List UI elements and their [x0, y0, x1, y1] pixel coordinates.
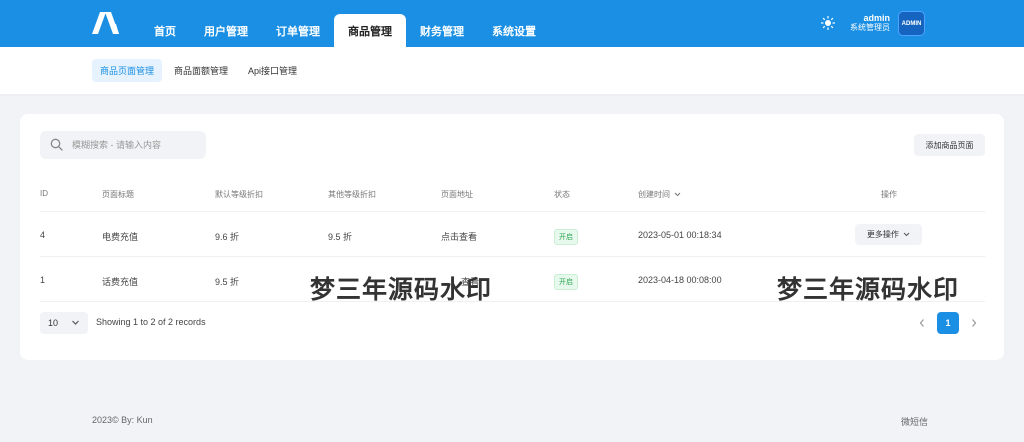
page-size-value: 10	[48, 318, 59, 328]
subnav-product-pages[interactable]: 商品页面管理	[92, 59, 163, 82]
nav-user-management[interactable]: 用户管理	[190, 0, 262, 47]
footer-copyright: 2023© By: Kun	[92, 415, 153, 425]
nav-product-management[interactable]: 商品管理	[334, 14, 406, 47]
user-info[interactable]: admin 系统管理员	[848, 13, 890, 33]
user-name: admin	[863, 13, 890, 23]
search-icon	[50, 138, 63, 151]
cell-default-discount: 9.5 折	[215, 277, 240, 287]
cell-id: 4	[40, 230, 46, 240]
pagination-summary: Showing 1 to 2 of 2 records	[96, 317, 206, 327]
col-id-header: ID	[40, 189, 48, 198]
status-badge: 开启	[554, 274, 578, 290]
page-size-select[interactable]: 10	[40, 312, 88, 334]
cell-created: 2023-04-18 00:08:00	[638, 275, 722, 285]
col-actions-header: 操作	[881, 190, 897, 199]
cell-id: 1	[40, 275, 46, 285]
nav-system-settings[interactable]: 系统设置	[478, 0, 550, 47]
more-actions-button[interactable]: 更多操作	[855, 224, 922, 245]
cell-created: 2023-05-01 00:18:34	[638, 230, 722, 240]
sub-navbar: 商品页面管理 商品面额管理 Api接口管理	[0, 47, 1024, 94]
top-navbar: 首页 用户管理 订单管理 商品管理 财务管理 系统设置 admin 系统管理员 …	[0, 0, 1024, 47]
watermark-text: 梦三年源码水印	[310, 275, 493, 304]
watermark-text: 梦三年源码水印	[777, 275, 960, 304]
theme-toggle-sun-icon[interactable]	[821, 16, 835, 30]
col-other-discount-header: 其他等级折扣	[328, 190, 376, 199]
search-box	[40, 131, 206, 159]
main-nav: 首页 用户管理 订单管理 商品管理 财务管理 系统设置	[140, 0, 550, 47]
cell-title: 话费充值	[102, 277, 139, 287]
nav-order-management[interactable]: 订单管理	[262, 0, 334, 47]
add-product-page-button[interactable]: 添加商品页面	[914, 134, 985, 156]
cell-other-discount: 9.5 折	[328, 232, 353, 242]
nav-finance-management[interactable]: 财务管理	[406, 0, 478, 47]
next-page-icon[interactable]	[969, 317, 979, 329]
subnav-product-denominations[interactable]: 商品面额管理	[166, 59, 236, 82]
avatar[interactable]: ADMIN	[898, 11, 925, 36]
logo-icon[interactable]	[92, 12, 122, 34]
prev-page-icon[interactable]	[917, 317, 927, 329]
col-status-header: 状态	[554, 190, 570, 199]
col-created-label: 创建时间	[638, 190, 670, 199]
footer-link[interactable]: 微短信	[901, 415, 928, 428]
nav-home[interactable]: 首页	[140, 0, 190, 47]
table-row: 4 电费充值 9.6 折 9.5 折 点击查看 开启 2023-05-01 00…	[40, 211, 985, 256]
chevron-down-icon	[903, 233, 910, 237]
more-actions-label: 更多操作	[866, 230, 899, 239]
cell-address-link[interactable]: 点击查看	[441, 230, 477, 243]
search-input[interactable]	[72, 131, 200, 159]
subnav-api-management[interactable]: Api接口管理	[240, 59, 305, 82]
page-button-current[interactable]: 1	[937, 312, 959, 334]
user-role: 系统管理员	[850, 23, 890, 32]
sort-chevron-icon	[674, 193, 681, 197]
content-card: 添加商品页面 ID 页面标题 默认等级折扣 其他等级折扣 页面地址 状态 创建时…	[20, 114, 1004, 360]
cell-title: 电费充值	[102, 232, 139, 242]
col-default-discount-header: 默认等级折扣	[215, 190, 263, 199]
chevron-down-icon	[72, 320, 79, 325]
col-address-header: 页面地址	[441, 190, 473, 199]
col-created-header[interactable]: 创建时间	[638, 189, 681, 200]
status-badge: 开启	[554, 229, 578, 245]
col-title-header: 页面标题	[102, 190, 134, 199]
cell-default-discount: 9.6 折	[215, 232, 240, 242]
